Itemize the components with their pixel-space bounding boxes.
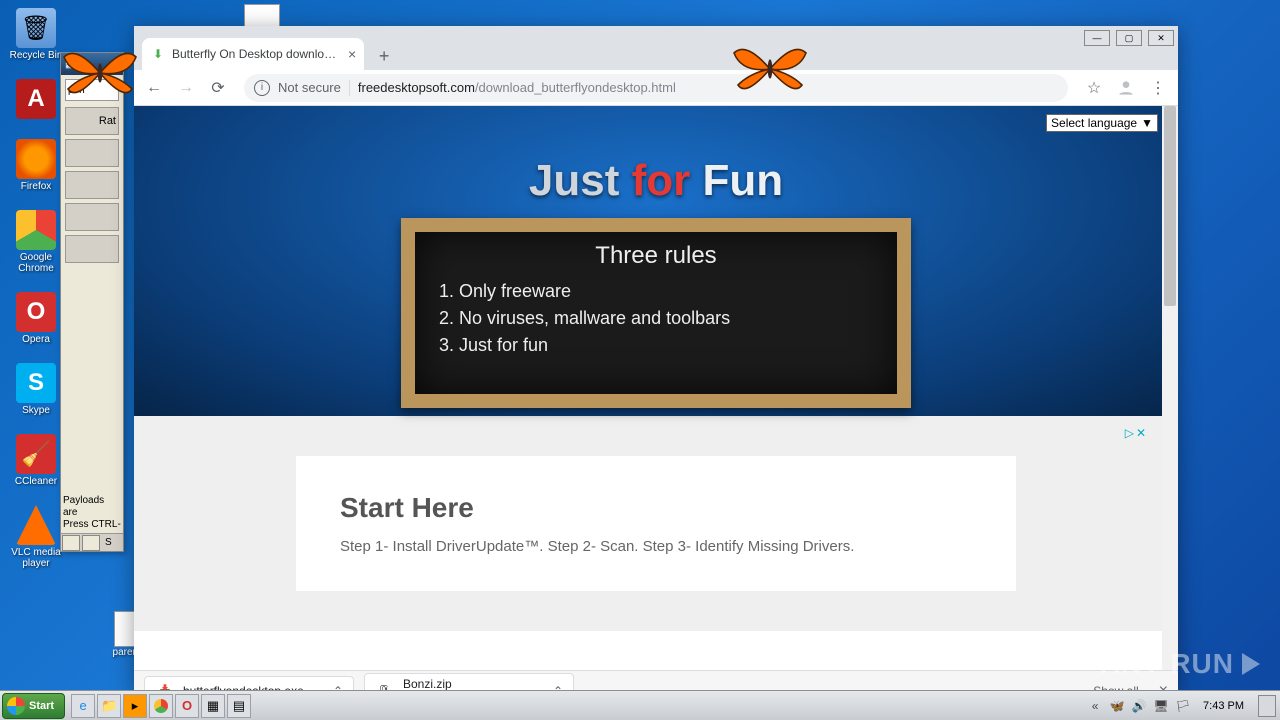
info-icon[interactable]: i xyxy=(254,80,270,96)
bookmark-star-icon[interactable]: ☆ xyxy=(1080,74,1108,102)
ad-body: Step 1- Install DriverUpdate™. Step 2- S… xyxy=(340,538,972,555)
mini-window-toolbar: S xyxy=(61,533,123,551)
vertical-scrollbar[interactable] xyxy=(1162,106,1178,670)
firefox-icon xyxy=(16,139,56,179)
scrollbar-thumb[interactable] xyxy=(1164,106,1176,306)
show-desktop-button[interactable] xyxy=(1258,695,1276,717)
windows-logo-icon xyxy=(7,697,25,715)
browser-toolbar: ← → ⟳ i Not secure freedesktopsoft.com/d… xyxy=(134,70,1178,106)
tab-close-icon[interactable]: × xyxy=(348,46,356,62)
page-hero: Select language ▼ Just for Fun Three rul… xyxy=(134,106,1178,416)
desktop-icon-recycle-bin[interactable]: 🗑Recycle Bin xyxy=(8,8,64,61)
taskbar-explorer-icon[interactable]: 📁 xyxy=(97,694,121,718)
minimize-button[interactable]: — xyxy=(1084,30,1110,46)
tray-butterfly-icon[interactable]: 🦋 xyxy=(1109,698,1125,714)
open-button[interactable]: pen xyxy=(65,79,119,101)
rule-3: 3. Just for fun xyxy=(439,332,873,359)
mini-window-status: Payloads are Press CTRL- xyxy=(63,495,121,531)
hero-title: Just for Fun xyxy=(134,106,1178,206)
opera-icon: O xyxy=(16,292,56,332)
taskbar-app2-icon[interactable]: ▤ xyxy=(227,694,251,718)
download-icon: ⬇ xyxy=(150,46,166,62)
chrome-browser-window: — ▢ ✕ ⬇ Butterfly On Desktop download pa… xyxy=(134,26,1178,690)
ccleaner-icon: 🧹 xyxy=(16,434,56,474)
tab-active[interactable]: ⬇ Butterfly On Desktop download page × xyxy=(142,38,364,70)
reload-button[interactable]: ⟳ xyxy=(204,74,232,102)
profile-icon[interactable] xyxy=(1112,74,1140,102)
close-button[interactable]: ✕ xyxy=(1148,30,1174,46)
tab-title: Butterfly On Desktop download page xyxy=(172,47,342,61)
url-text: freedesktopsoft.com/download_butterflyon… xyxy=(358,80,676,95)
tray-network-icon[interactable]: 🖥 xyxy=(1153,698,1169,714)
desktop-icon-vlc[interactable]: VLC media player xyxy=(8,505,64,569)
mini-window-titlebar[interactable]: ▦ M xyxy=(61,53,123,75)
taskbar-app1-icon[interactable]: ▦ xyxy=(201,694,225,718)
mini-toolbar-btn-1[interactable] xyxy=(62,535,80,551)
address-bar[interactable]: i Not secure freedesktopsoft.com/downloa… xyxy=(244,74,1068,102)
taskbar-media-icon[interactable]: ▸ xyxy=(123,694,147,718)
divider xyxy=(349,80,350,96)
kebab-menu-icon[interactable]: ⋮ xyxy=(1144,74,1172,102)
desktop-icon-chrome[interactable]: Google Chrome xyxy=(8,210,64,274)
vlc-icon xyxy=(16,505,56,545)
new-tab-button[interactable]: + xyxy=(370,42,398,70)
desktop-icon-firefox[interactable]: Firefox xyxy=(8,139,64,192)
ad-choices-icon[interactable]: ▷✕ xyxy=(1125,426,1146,440)
app-icon: ▦ xyxy=(65,59,74,70)
maximize-button[interactable]: ▢ xyxy=(1116,30,1142,46)
taskbar-ie-icon[interactable]: e xyxy=(71,694,95,718)
taskbar: Start e 📁 ▸ O ▦ ▤ « 🦋 🔊 🖥 🏳 7:43 PM xyxy=(0,690,1280,720)
security-status: Not secure xyxy=(278,80,341,95)
start-button[interactable]: Start xyxy=(2,693,65,719)
rule-2: 2. No viruses, mallware and toolbars xyxy=(439,305,873,332)
taskbar-opera-icon[interactable]: O xyxy=(175,694,199,718)
anyrun-watermark: ANY RUN xyxy=(1100,648,1260,680)
mini-window-body: pen Rat xyxy=(61,75,123,271)
page-body: ▷✕ Start Here Step 1- Install DriverUpda… xyxy=(134,416,1178,631)
system-tray: « 🦋 🔊 🖥 🏳 7:43 PM xyxy=(1087,695,1280,717)
language-select[interactable]: Select language ▼ xyxy=(1046,114,1158,132)
ad-title: Start Here xyxy=(340,492,972,524)
chalkboard: Three rules 1. Only freeware 2. No virus… xyxy=(401,218,911,408)
field-2[interactable] xyxy=(65,139,119,167)
tray-volume-icon[interactable]: 🔊 xyxy=(1131,698,1147,714)
field-4[interactable] xyxy=(65,203,119,231)
desktop-icon-adobe[interactable]: A xyxy=(8,79,64,121)
ad-card[interactable]: ▷✕ Start Here Step 1- Install DriverUpda… xyxy=(296,456,1016,591)
chrome-icon xyxy=(16,210,56,250)
forward-button[interactable]: → xyxy=(172,74,200,102)
background-app-window[interactable]: ▦ M pen Rat Payloads are Press CTRL- S xyxy=(60,52,124,552)
back-button[interactable]: ← xyxy=(140,74,168,102)
board-title: Three rules xyxy=(439,242,873,270)
desktop-icon-opera[interactable]: OOpera xyxy=(8,292,64,345)
taskbar-clock[interactable]: 7:43 PM xyxy=(1197,700,1250,712)
window-controls: — ▢ ✕ xyxy=(1084,30,1174,46)
rate-field[interactable]: Rat xyxy=(65,107,119,135)
mini-toolbar-btn-2[interactable] xyxy=(82,535,100,551)
field-3[interactable] xyxy=(65,171,119,199)
desktop-icon-ccleaner[interactable]: 🧹CCleaner xyxy=(8,434,64,487)
tray-expand-icon[interactable]: « xyxy=(1087,698,1103,714)
desktop-icon-skype[interactable]: SSkype xyxy=(8,363,64,416)
play-icon xyxy=(1242,653,1260,675)
taskbar-chrome-icon[interactable] xyxy=(149,694,173,718)
chrome-titlebar[interactable] xyxy=(134,26,1178,34)
tab-strip: ⬇ Butterfly On Desktop download page × + xyxy=(134,34,1178,70)
chevron-down-icon: ▼ xyxy=(1141,116,1153,130)
recycle-bin-icon: 🗑 xyxy=(16,8,56,48)
rule-1: 1. Only freeware xyxy=(439,278,873,305)
tray-flag-icon[interactable]: 🏳 xyxy=(1175,698,1191,714)
adobe-icon: A xyxy=(16,79,56,119)
page-viewport: Select language ▼ Just for Fun Three rul… xyxy=(134,106,1178,670)
skype-icon: S xyxy=(16,363,56,403)
field-5[interactable] xyxy=(65,235,119,263)
quick-launch: e 📁 ▸ O ▦ ▤ xyxy=(71,694,251,718)
